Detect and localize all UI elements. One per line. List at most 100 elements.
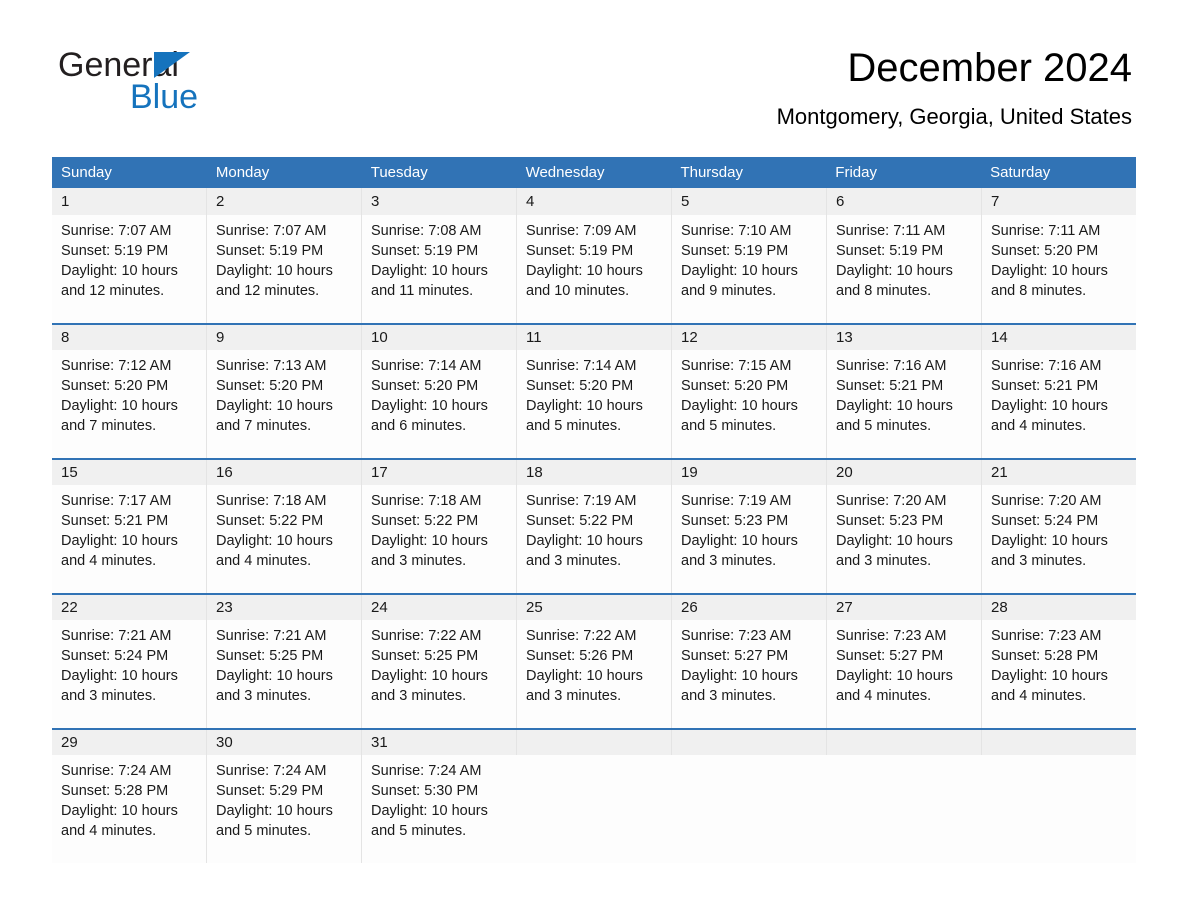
sunset-text: Sunset: 5:19 PM (61, 243, 169, 259)
sunset-text: Sunset: 5:20 PM (991, 243, 1099, 259)
daylight-text-line1: Daylight: 10 hours (991, 398, 1108, 414)
day-number[interactable]: 1 (52, 188, 206, 215)
day-cell[interactable]: Sunrise: 7:18 AM Sunset: 5:22 PM Dayligh… (206, 485, 361, 593)
daylight-text-line2: and 8 minutes. (991, 283, 1087, 299)
daylight-text-line2: and 3 minutes. (681, 553, 777, 569)
daylight-text-line2: and 7 minutes. (216, 418, 312, 434)
day-cell[interactable]: Sunrise: 7:12 AM Sunset: 5:20 PM Dayligh… (52, 350, 206, 458)
week-daynumber-band: 22 23 24 25 26 27 28 (52, 593, 1136, 620)
day-number[interactable]: 5 (671, 188, 826, 215)
daylight-text-line2: and 5 minutes. (836, 418, 932, 434)
daylight-text-line2: and 4 minutes. (991, 418, 1087, 434)
day-number[interactable]: 28 (981, 595, 1136, 620)
day-cell[interactable]: Sunrise: 7:10 AM Sunset: 5:19 PM Dayligh… (671, 215, 826, 323)
daylight-text-line1: Daylight: 10 hours (216, 398, 333, 414)
day-number[interactable]: 15 (52, 460, 206, 485)
daylight-text-line1: Daylight: 10 hours (61, 668, 178, 684)
sunrise-text: Sunrise: 7:07 AM (216, 223, 327, 239)
day-number[interactable]: 16 (206, 460, 361, 485)
day-cell[interactable]: Sunrise: 7:14 AM Sunset: 5:20 PM Dayligh… (516, 350, 671, 458)
sunset-text: Sunset: 5:23 PM (681, 513, 789, 529)
day-cell[interactable]: Sunrise: 7:13 AM Sunset: 5:20 PM Dayligh… (206, 350, 361, 458)
daylight-text-line1: Daylight: 10 hours (836, 668, 953, 684)
day-number[interactable]: 6 (826, 188, 981, 215)
day-cell[interactable]: Sunrise: 7:19 AM Sunset: 5:23 PM Dayligh… (671, 485, 826, 593)
sunrise-text: Sunrise: 7:10 AM (681, 223, 792, 239)
day-number[interactable]: 20 (826, 460, 981, 485)
day-cell[interactable]: Sunrise: 7:21 AM Sunset: 5:25 PM Dayligh… (206, 620, 361, 728)
day-number[interactable]: 14 (981, 325, 1136, 350)
day-number[interactable]: 23 (206, 595, 361, 620)
day-cell[interactable]: Sunrise: 7:19 AM Sunset: 5:22 PM Dayligh… (516, 485, 671, 593)
sunrise-text: Sunrise: 7:16 AM (836, 358, 947, 374)
sunset-text: Sunset: 5:30 PM (371, 783, 479, 799)
day-number[interactable]: 24 (361, 595, 516, 620)
day-number[interactable]: 17 (361, 460, 516, 485)
week-daynumber-band: 1 2 3 4 5 6 7 (52, 188, 1136, 215)
day-cell[interactable]: Sunrise: 7:20 AM Sunset: 5:23 PM Dayligh… (826, 485, 981, 593)
day-cell[interactable]: Sunrise: 7:09 AM Sunset: 5:19 PM Dayligh… (516, 215, 671, 323)
day-number[interactable]: 27 (826, 595, 981, 620)
day-number[interactable]: 30 (206, 730, 361, 755)
day-cell[interactable]: Sunrise: 7:24 AM Sunset: 5:28 PM Dayligh… (52, 755, 206, 863)
sunrise-text: Sunrise: 7:14 AM (371, 358, 482, 374)
day-cell[interactable]: Sunrise: 7:14 AM Sunset: 5:20 PM Dayligh… (361, 350, 516, 458)
weekday-saturday: Saturday (990, 164, 1051, 181)
day-number[interactable]: 25 (516, 595, 671, 620)
day-cell[interactable]: Sunrise: 7:16 AM Sunset: 5:21 PM Dayligh… (826, 350, 981, 458)
day-number[interactable]: 26 (671, 595, 826, 620)
day-number[interactable]: 22 (52, 595, 206, 620)
day-number[interactable]: 8 (52, 325, 206, 350)
day-cell[interactable]: Sunrise: 7:07 AM Sunset: 5:19 PM Dayligh… (206, 215, 361, 323)
day-cell[interactable]: Sunrise: 7:17 AM Sunset: 5:21 PM Dayligh… (52, 485, 206, 593)
day-cell[interactable]: Sunrise: 7:16 AM Sunset: 5:21 PM Dayligh… (981, 350, 1136, 458)
day-number[interactable]: 10 (361, 325, 516, 350)
sunset-text: Sunset: 5:26 PM (526, 648, 634, 664)
day-number[interactable]: 12 (671, 325, 826, 350)
daylight-text-line2: and 3 minutes. (216, 688, 312, 704)
day-number[interactable]: 18 (516, 460, 671, 485)
day-cell[interactable]: Sunrise: 7:20 AM Sunset: 5:24 PM Dayligh… (981, 485, 1136, 593)
day-cell[interactable]: Sunrise: 7:18 AM Sunset: 5:22 PM Dayligh… (361, 485, 516, 593)
sunset-text: Sunset: 5:25 PM (216, 648, 324, 664)
day-number[interactable]: 3 (361, 188, 516, 215)
day-number[interactable]: 2 (206, 188, 361, 215)
day-cell[interactable]: Sunrise: 7:11 AM Sunset: 5:20 PM Dayligh… (981, 215, 1136, 323)
daylight-text-line1: Daylight: 10 hours (681, 533, 798, 549)
day-number-empty (671, 730, 826, 755)
day-number[interactable]: 29 (52, 730, 206, 755)
daylight-text-line1: Daylight: 10 hours (216, 263, 333, 279)
day-number[interactable]: 4 (516, 188, 671, 215)
logo-triangle-icon (154, 52, 190, 78)
daylight-text-line1: Daylight: 10 hours (371, 398, 488, 414)
day-number[interactable]: 21 (981, 460, 1136, 485)
day-cell[interactable]: Sunrise: 7:23 AM Sunset: 5:27 PM Dayligh… (671, 620, 826, 728)
sunrise-text: Sunrise: 7:08 AM (371, 223, 482, 239)
day-number[interactable]: 13 (826, 325, 981, 350)
day-cell[interactable]: Sunrise: 7:24 AM Sunset: 5:29 PM Dayligh… (206, 755, 361, 863)
day-cell[interactable]: Sunrise: 7:21 AM Sunset: 5:24 PM Dayligh… (52, 620, 206, 728)
day-number[interactable]: 19 (671, 460, 826, 485)
day-number-empty (981, 730, 1136, 755)
sunrise-text: Sunrise: 7:24 AM (61, 763, 172, 779)
logo-text-blue: Blue (130, 78, 199, 116)
day-cell[interactable]: Sunrise: 7:11 AM Sunset: 5:19 PM Dayligh… (826, 215, 981, 323)
sunset-text: Sunset: 5:19 PM (681, 243, 789, 259)
day-number[interactable]: 31 (361, 730, 516, 755)
day-cell[interactable]: Sunrise: 7:08 AM Sunset: 5:19 PM Dayligh… (361, 215, 516, 323)
sunset-text: Sunset: 5:20 PM (216, 378, 324, 394)
day-number[interactable]: 11 (516, 325, 671, 350)
weekday-wednesday: Wednesday (525, 164, 605, 181)
sunrise-text: Sunrise: 7:22 AM (526, 628, 637, 644)
day-cell[interactable]: Sunrise: 7:22 AM Sunset: 5:25 PM Dayligh… (361, 620, 516, 728)
day-number[interactable]: 7 (981, 188, 1136, 215)
daylight-text-line1: Daylight: 10 hours (526, 398, 643, 414)
day-cell[interactable]: Sunrise: 7:07 AM Sunset: 5:19 PM Dayligh… (52, 215, 206, 323)
day-cell[interactable]: Sunrise: 7:15 AM Sunset: 5:20 PM Dayligh… (671, 350, 826, 458)
day-cell[interactable]: Sunrise: 7:24 AM Sunset: 5:30 PM Dayligh… (361, 755, 516, 863)
day-cell[interactable]: Sunrise: 7:22 AM Sunset: 5:26 PM Dayligh… (516, 620, 671, 728)
calendar-week-row: 8 9 10 11 12 13 14 Sunrise: 7:12 AM Suns… (52, 323, 1136, 458)
day-number[interactable]: 9 (206, 325, 361, 350)
day-cell[interactable]: Sunrise: 7:23 AM Sunset: 5:27 PM Dayligh… (826, 620, 981, 728)
day-cell[interactable]: Sunrise: 7:23 AM Sunset: 5:28 PM Dayligh… (981, 620, 1136, 728)
